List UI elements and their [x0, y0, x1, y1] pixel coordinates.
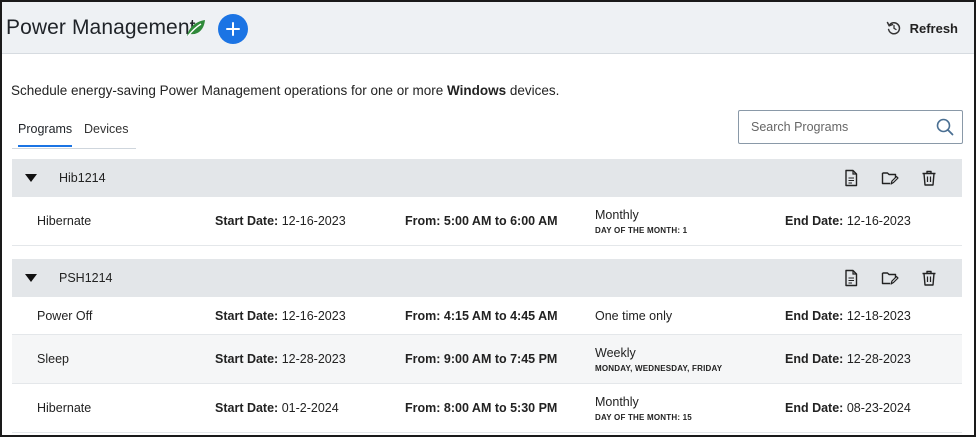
end-date: End Date: 12-16-2023	[785, 214, 911, 228]
description-suffix: devices.	[506, 83, 560, 98]
start-date-label: Start Date:	[215, 214, 279, 228]
page-header: Power Management Refresh	[2, 2, 974, 54]
frequency-text: Monthly	[595, 395, 639, 409]
time-range: From: 4:15 AM to 4:45 AM	[405, 309, 558, 323]
program-group-header[interactable]: Hib1214	[12, 159, 962, 197]
app-window: Power Management Refresh Schedule energy…	[0, 0, 976, 437]
frequency: Monthly DAY OF THE MONTH: 15	[595, 395, 692, 422]
end-date-label: End Date:	[785, 214, 844, 228]
end-date-label: End Date:	[785, 309, 844, 323]
end-date-value: 12-16-2023	[846, 214, 911, 228]
search-box	[738, 110, 963, 144]
tab-devices[interactable]: Devices	[84, 122, 128, 145]
start-date: Start Date: 01-2-2024	[215, 401, 339, 415]
time-range-text: From: 4:15 AM to 4:45 AM	[405, 309, 558, 323]
caret-down-icon[interactable]	[25, 274, 37, 282]
program-row[interactable]: Sleep Start Date: 12-28-2023 From: 9:00 …	[12, 335, 962, 384]
frequency: One time only	[595, 309, 672, 323]
start-date-label: Start Date:	[215, 309, 279, 323]
description-prefix: Schedule energy-saving Power Management …	[11, 83, 447, 98]
frequency-text: Monthly	[595, 208, 639, 222]
group-name: Hib1214	[59, 171, 106, 185]
end-date: End Date: 12-28-2023	[785, 352, 911, 366]
document-icon[interactable]	[842, 269, 860, 287]
end-date-value: 12-28-2023	[846, 352, 911, 366]
frequency: Monthly DAY OF THE MONTH: 1	[595, 208, 687, 235]
folder-edit-icon[interactable]	[881, 269, 899, 287]
program-action: Sleep	[37, 352, 69, 366]
program-row[interactable]: Hibernate Start Date: 12-16-2023 From: 5…	[12, 197, 962, 246]
folder-edit-icon[interactable]	[881, 169, 899, 187]
program-action: Hibernate	[37, 401, 92, 415]
time-range-text: From: 5:00 AM to 6:00 AM	[405, 214, 558, 228]
time-range: From: 9:00 AM to 7:45 PM	[405, 352, 557, 366]
time-range-text: From: 9:00 AM to 7:45 PM	[405, 352, 558, 366]
description-os: Windows	[447, 83, 507, 98]
page-title: Power Management	[6, 16, 196, 39]
frequency-detail: DAY OF THE MONTH: 15	[595, 413, 692, 422]
start-date: Start Date: 12-16-2023	[215, 214, 346, 228]
refresh-button[interactable]: Refresh	[886, 20, 958, 36]
program-group-header[interactable]: PSH1214	[12, 259, 962, 297]
program-row[interactable]: Power Off Start Date: 12-16-2023 From: 4…	[12, 297, 962, 335]
refresh-icon	[886, 21, 900, 35]
start-date-value: 12-16-2023	[281, 214, 346, 228]
tab-bar: Programs Devices	[12, 114, 136, 149]
time-range: From: 5:00 AM to 6:00 AM	[405, 214, 558, 228]
start-date: Start Date: 12-28-2023	[215, 352, 346, 366]
end-date-value: 08-23-2024	[846, 401, 911, 415]
frequency-detail: MONDAY, WEDNESDAY, FRIDAY	[595, 364, 723, 373]
document-icon[interactable]	[842, 169, 860, 187]
leaf-icon	[187, 20, 205, 37]
frequency-detail: DAY OF THE MONTH: 1	[595, 226, 688, 235]
end-date-label: End Date:	[785, 401, 844, 415]
trash-icon[interactable]	[920, 269, 938, 287]
time-range: From: 8:00 AM to 5:30 PM	[405, 401, 557, 415]
refresh-label: Refresh	[909, 20, 958, 36]
start-date-value: 12-28-2023	[281, 352, 346, 366]
start-date-value: 12-16-2023	[281, 309, 346, 323]
add-program-button[interactable]	[218, 14, 248, 44]
start-date: Start Date: 12-16-2023	[215, 309, 346, 323]
end-date-label: End Date:	[785, 352, 844, 366]
program-action: Hibernate	[37, 214, 92, 228]
group-name: PSH1214	[59, 271, 113, 285]
frequency-text: One time only	[595, 309, 673, 323]
program-row[interactable]: Hibernate Start Date: 01-2-2024 From: 8:…	[12, 384, 962, 433]
plus-icon	[226, 22, 240, 36]
start-date-label: Start Date:	[215, 401, 279, 415]
frequency: Weekly MONDAY, WEDNESDAY, FRIDAY	[595, 346, 722, 373]
end-date-value: 12-18-2023	[846, 309, 911, 323]
tab-programs[interactable]: Programs	[18, 122, 73, 147]
search-icon[interactable]	[936, 118, 954, 136]
search-input[interactable]	[739, 111, 929, 143]
caret-down-icon[interactable]	[25, 174, 37, 182]
page-description: Schedule energy-saving Power Management …	[11, 83, 559, 98]
trash-icon[interactable]	[920, 169, 938, 187]
time-range-text: From: 8:00 AM to 5:30 PM	[405, 401, 558, 415]
frequency-text: Weekly	[595, 346, 636, 360]
start-date-label: Start Date:	[215, 352, 279, 366]
start-date-value: 01-2-2024	[281, 401, 339, 415]
program-action: Power Off	[37, 309, 93, 323]
end-date: End Date: 12-18-2023	[785, 309, 911, 323]
end-date: End Date: 08-23-2024	[785, 401, 911, 415]
